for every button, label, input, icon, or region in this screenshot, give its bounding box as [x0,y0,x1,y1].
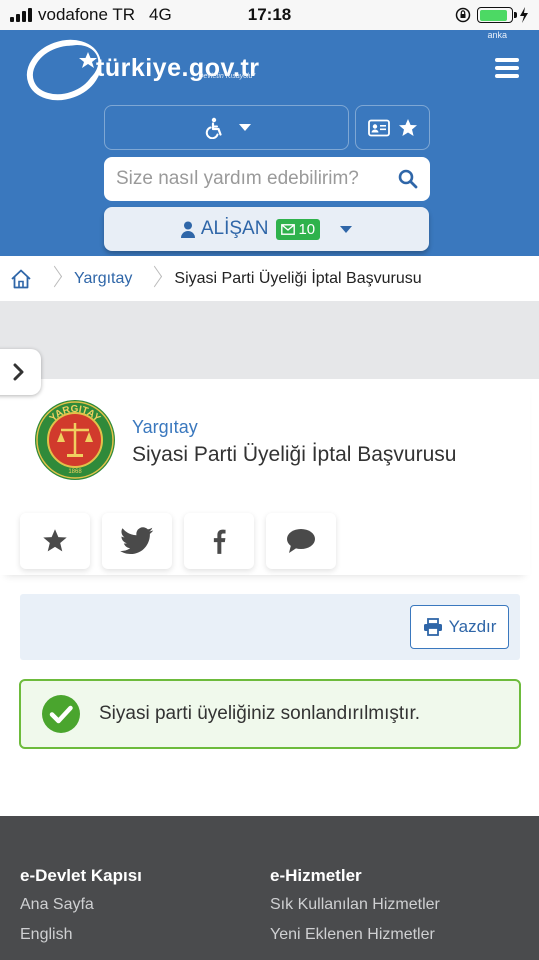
institution-name[interactable]: Yargıtay [132,417,198,438]
signal-icon [10,8,32,22]
site-header: anka türkiye.gov.tr "Devletin Kısayolu" [0,30,539,256]
status-right [455,7,529,23]
search-icon[interactable] [398,169,418,189]
breadcrumb-current: Siyasi Parti Üyeliği İptal Başvurusu [174,269,422,287]
status-bar: vodafone TR 4G 17:18 [0,0,539,30]
id-favorites-button[interactable] [355,105,430,150]
footer-column-edevlet: e-Devlet Kapısı Ana Sayfa English [20,866,142,956]
comment-icon [287,529,315,553]
id-card-icon [367,119,390,136]
printer-icon [423,618,442,636]
home-icon[interactable] [10,268,32,290]
chevron-down-icon [340,225,353,233]
accessibility-button[interactable] [104,105,349,150]
footer-link-home[interactable]: Ana Sayfa [20,896,142,914]
print-label: Yazdır [448,617,497,636]
footer-link-english[interactable]: English [20,926,142,944]
breadcrumb-separator [48,264,62,294]
carrier-name: vodafone TR [38,5,136,24]
print-button[interactable]: Yazdır [410,605,509,649]
sidebar-toggle-button[interactable] [0,349,41,395]
wheelchair-icon [205,117,222,139]
anka-label: anka [487,30,507,40]
success-alert: Siyasi parti üyeliğiniz sonlandırılmıştı… [19,679,521,749]
footer-column-ehizmetler: e-Hizmetler Sık Kullanılan Hizmetler Yen… [270,866,440,956]
logo-subtitle: "Devletin Kısayolu" [196,73,256,80]
message-badge[interactable]: 10 [276,218,321,240]
breadcrumb-link-institution[interactable]: Yargıtay [74,270,132,288]
user-menu-button[interactable]: ALİŞAN 10 [104,207,429,251]
seal-year: 1868 [68,469,82,475]
print-bar: Yazdır [20,594,520,660]
footer-heading: e-Devlet Kapısı [20,866,142,885]
breadcrumb-separator [148,264,162,294]
alert-message: Siyasi parti üyeliğiniz sonlandırılmıştı… [99,703,421,724]
comment-button[interactable] [266,513,336,569]
favorite-button[interactable] [20,513,90,569]
envelope-icon [281,223,296,235]
menu-icon[interactable] [495,58,519,78]
footer-heading: e-Hizmetler [270,866,362,885]
breadcrumb: Yargıtay Siyasi Parti Üyeliği İptal Başv… [0,256,539,301]
status-left: vodafone TR 4G [10,5,172,25]
crescent-star-icon [26,39,102,101]
message-count: 10 [298,220,316,238]
footer-link-frequent-services[interactable]: Sık Kullanılan Hizmetler [270,896,440,914]
battery-icon [477,7,517,23]
charging-icon [520,7,528,23]
twitter-share-button[interactable] [102,513,172,569]
facebook-icon [213,529,226,554]
orientation-lock-icon [455,7,471,23]
service-title: Siyasi Parti Üyeliği İptal Başvurusu [132,443,457,466]
network-type: 4G [149,5,172,24]
site-logo[interactable]: türkiye.gov.tr [26,38,260,102]
share-row [20,513,336,569]
user-icon [180,221,195,238]
gray-band [0,301,539,379]
user-name: ALİŞAN [200,218,269,239]
footer-link-new-services[interactable]: Yeni Eklenen Hizmetler [270,926,440,944]
star-icon [398,118,417,136]
site-footer: e-Devlet Kapısı Ana Sayfa English e-Hizm… [0,816,539,960]
search-input[interactable] [116,168,398,190]
institution-seal-logo: YARGITAY 1868 [35,400,115,480]
star-icon [43,529,67,552]
search-box [104,157,430,201]
chevron-down-icon [238,124,251,131]
service-card: YARGITAY 1868 Yargıtay Siyasi Parti Üyel… [0,379,530,575]
facebook-share-button[interactable] [184,513,254,569]
check-circle-icon [42,695,80,733]
chevron-right-icon [13,363,23,381]
twitter-icon [120,527,154,555]
tools-row [104,105,430,150]
